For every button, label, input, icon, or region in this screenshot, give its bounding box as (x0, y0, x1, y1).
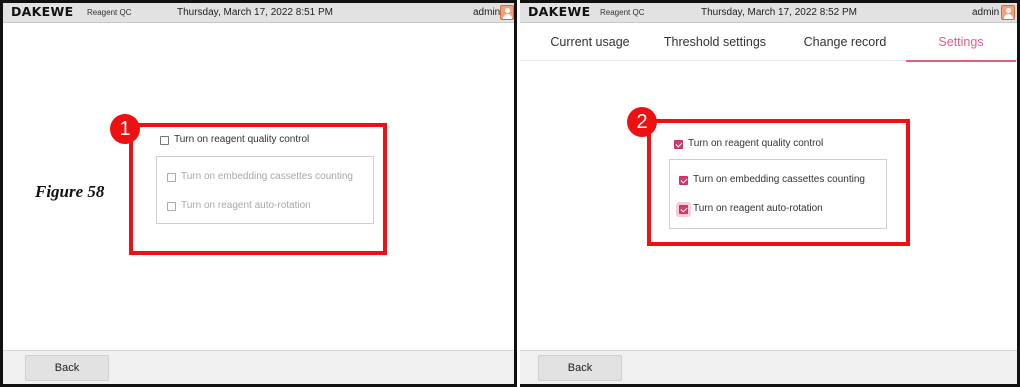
checkbox-icon[interactable] (160, 136, 169, 145)
checkbox-checked-icon[interactable] (674, 140, 683, 149)
auto-rotation-label: Turn on reagent auto-rotation (181, 200, 311, 211)
tab-label: Threshold settings (663, 35, 767, 49)
brand-logo: DAKEWE (528, 4, 591, 19)
left-screen: DAKEWE Reagent QC Thursday, March 17, 20… (0, 0, 517, 387)
tab-threshold-settings[interactable]: Threshold settings (652, 23, 778, 61)
app-name: Reagent QC (600, 8, 645, 17)
cassettes-counting-label: Turn on embedding cassettes counting (693, 174, 865, 185)
checkbox-icon (167, 202, 176, 211)
title-bar: DAKEWE Reagent QC Thursday, March 17, 20… (520, 3, 1017, 23)
auto-rotation-label: Turn on reagent auto-rotation (693, 203, 823, 214)
datetime-display: Thursday, March 17, 2022 8:52 PM (701, 7, 858, 18)
tab-settings[interactable]: Settings (906, 23, 1016, 62)
tab-bar: Current usage Threshold settings Change … (520, 23, 1017, 62)
figure-caption: Figure 58 (35, 182, 105, 201)
username-label: admin (972, 7, 1000, 18)
app-name: Reagent QC (87, 8, 132, 17)
checkbox-checked-icon[interactable] (679, 176, 688, 185)
tab-label: Current usage (550, 35, 630, 49)
tab-change-record[interactable]: Change record (790, 23, 900, 61)
screenshot-comparison: DAKEWE Reagent QC Thursday, March 17, 20… (0, 0, 1020, 387)
datetime-display: Thursday, March 17, 2022 8:51 PM (177, 7, 334, 18)
checkbox-icon (167, 173, 176, 182)
cassettes-counting-label: Turn on embedding cassettes counting (181, 171, 353, 182)
brand-logo: DAKEWE (11, 4, 74, 19)
footer-bar: Back (520, 350, 1017, 384)
tab-label: Change record (803, 35, 887, 49)
sub-options-group (669, 159, 887, 229)
active-tab-indicator (906, 60, 1016, 62)
quality-control-label: Turn on reagent quality control (688, 138, 824, 149)
back-button[interactable]: Back (538, 355, 622, 381)
quality-control-label: Turn on reagent quality control (174, 134, 310, 145)
tab-label: Settings (938, 35, 984, 49)
footer-bar: Back (3, 350, 514, 384)
back-button[interactable]: Back (25, 355, 109, 381)
title-bar: DAKEWE Reagent QC Thursday, March 17, 20… (3, 3, 514, 23)
user-avatar-icon[interactable] (500, 5, 514, 20)
username-label: admin (473, 7, 501, 18)
step-marker-2: 2 (627, 107, 657, 137)
checkbox-checked-icon[interactable] (679, 205, 688, 214)
tab-current-usage[interactable]: Current usage (538, 23, 642, 61)
step-marker-1: 1 (110, 114, 140, 144)
sub-options-group (156, 156, 374, 224)
right-screen: DAKEWE Reagent QC Thursday, March 17, 20… (520, 0, 1020, 387)
user-avatar-icon[interactable] (1001, 5, 1015, 20)
